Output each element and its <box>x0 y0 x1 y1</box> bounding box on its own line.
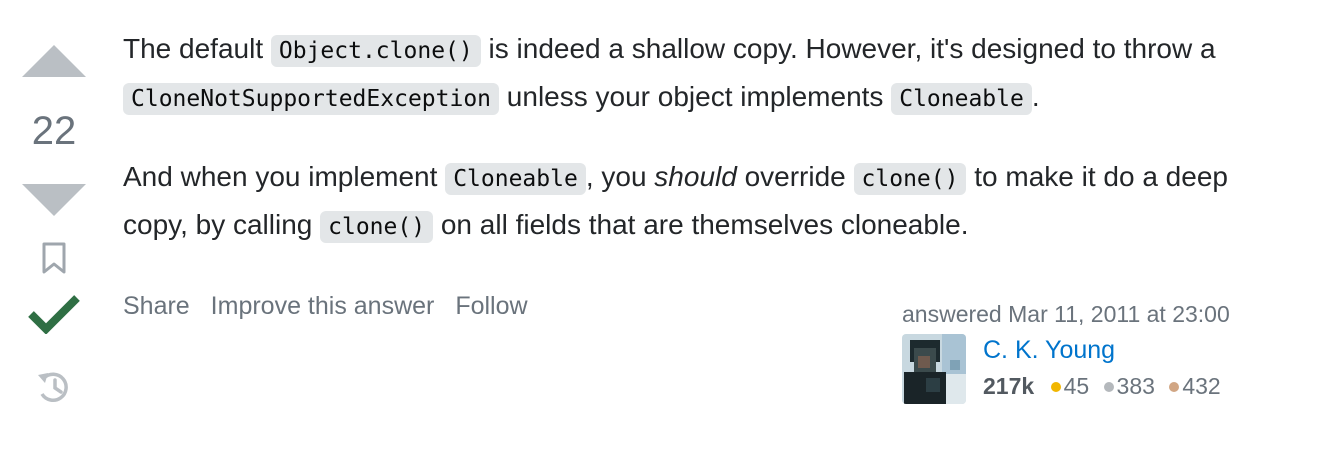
answer-paragraph: The default Object.clone() is indeed a s… <box>123 26 1293 122</box>
answer-paragraph: And when you implement Cloneable, you sh… <box>123 154 1293 250</box>
user-signature: answered Mar 11, 2011 at 23:00 C. K. You… <box>902 300 1282 404</box>
inline-code: Cloneable <box>891 83 1032 115</box>
inline-code: clone() <box>320 211 434 243</box>
silver-badge-icon <box>1103 382 1114 392</box>
avatar[interactable] <box>902 334 966 404</box>
gold-badge-icon <box>1050 382 1061 392</box>
user-stats: 217k 45 383 432 <box>983 368 1227 404</box>
user-details: C. K. Young 217k 45 383 432 <box>983 334 1227 404</box>
follow-link[interactable]: Follow <box>455 292 527 320</box>
vote-count: 22 <box>31 109 77 153</box>
history-icon[interactable] <box>35 369 73 408</box>
share-link[interactable]: Share <box>123 292 190 320</box>
accepted-checkmark-icon <box>28 294 80 339</box>
inline-code: Cloneable <box>445 163 586 195</box>
inline-code: clone() <box>853 163 967 195</box>
silver-badge-count: 383 <box>1116 373 1155 399</box>
bronze-badge-count: 432 <box>1182 373 1221 399</box>
gold-badge-count: 45 <box>1063 373 1090 399</box>
downvote-icon[interactable] <box>22 184 86 216</box>
reputation-score: 217k <box>983 373 1035 399</box>
answered-timestamp: answered Mar 11, 2011 at 23:00 <box>902 301 1230 327</box>
emphasis: should <box>654 161 737 192</box>
answer-body: The default Object.clone() is indeed a s… <box>123 26 1293 282</box>
inline-code: CloneNotSupportedException <box>123 83 500 115</box>
vote-column: 22 <box>18 40 90 408</box>
user-name-link[interactable]: C. K. Young <box>983 334 1227 366</box>
inline-code: Object.clone() <box>270 35 481 67</box>
user-card: C. K. Young 217k 45 383 432 <box>902 334 1282 404</box>
bronze-badge-icon <box>1169 382 1180 392</box>
upvote-icon[interactable] <box>22 45 86 77</box>
post-menu: Share Improve this answer Follow <box>123 292 542 321</box>
bookmark-icon[interactable] <box>40 241 68 278</box>
improve-answer-link[interactable]: Improve this answer <box>211 292 435 320</box>
